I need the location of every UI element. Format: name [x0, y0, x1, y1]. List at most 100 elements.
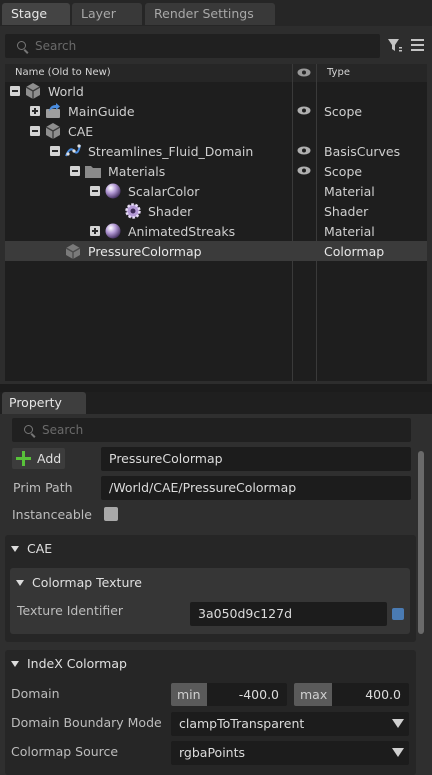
max-label: max	[300, 687, 328, 702]
plus-icon	[16, 451, 31, 466]
domain-min-field[interactable]: -400.0	[207, 683, 287, 706]
collapse-icon[interactable]	[10, 86, 20, 96]
collapse-icon[interactable]	[90, 186, 100, 196]
material-sphere-icon	[105, 183, 121, 199]
tab-render-settings[interactable]: Render Settings	[145, 3, 275, 25]
tree-row-type: BasisCurves	[324, 144, 401, 159]
expand-icon[interactable]	[30, 106, 40, 116]
tree-row-cae[interactable]: CAE	[5, 121, 427, 141]
tree-row-animatedstreaks[interactable]: AnimatedStreaks Material	[5, 221, 427, 241]
index-colormap-header[interactable]: IndeX Colormap	[11, 656, 127, 671]
xform-cube-icon	[25, 83, 41, 99]
folder-icon	[85, 166, 101, 178]
material-sphere-icon	[105, 223, 121, 239]
tree-row-label: Streamlines_Fluid_Domain	[88, 144, 254, 159]
colormap-cube-icon	[65, 244, 81, 259]
visibility-eye-icon[interactable]	[297, 166, 311, 175]
property-search-input[interactable]: Search	[12, 418, 411, 442]
stage-tabbar: Stage Layer Render Settings	[0, 0, 432, 26]
instanceable-label: Instanceable	[12, 507, 92, 522]
prim-name-field[interactable]: PressureColormap	[101, 447, 411, 471]
colormap-source-dropdown[interactable]: rgbaPoints	[171, 741, 409, 765]
tree-row-type: Material	[324, 224, 375, 239]
prim-path-label: Prim Path	[13, 480, 73, 495]
colormap-source-label: Colormap Source	[11, 744, 119, 759]
panel-divider[interactable]	[0, 384, 432, 392]
expand-icon[interactable]	[90, 226, 100, 236]
domain-min-tag: min	[171, 683, 207, 706]
tree-row-type: Shader	[324, 204, 369, 219]
collapse-triangle-icon	[11, 661, 19, 667]
add-button[interactable]: Add	[12, 448, 65, 469]
tree-row-label: MainGuide	[68, 104, 135, 119]
domain-boundary-mode-dropdown[interactable]: clampToTransparent	[171, 712, 409, 736]
tree-row-label: AnimatedStreaks	[128, 224, 236, 239]
tree-row-pressurecolormap[interactable]: PressureColormap Colormap	[5, 241, 427, 261]
cae-section-header[interactable]: CAE	[11, 541, 52, 556]
shader-gear-icon	[125, 203, 141, 219]
collapse-icon[interactable]	[70, 166, 80, 176]
domain-max-field[interactable]: 400.0	[332, 683, 409, 706]
tree-row-label: ScalarColor	[128, 184, 200, 199]
domain-boundary-mode-label: Domain Boundary Mode	[11, 715, 162, 730]
search-icon	[17, 41, 26, 50]
tree-row-materials[interactable]: Materials Scope	[5, 161, 427, 181]
tree-row-type: Scope	[324, 104, 363, 119]
texture-identifier-label: Texture Identifier	[17, 603, 124, 618]
column-name-header[interactable]: Name (Old to New)	[15, 67, 111, 78]
property-scrollbar[interactable]	[418, 451, 424, 634]
search-icon	[24, 425, 33, 434]
color-swatch[interactable]	[392, 608, 404, 620]
basis-curves-icon	[65, 144, 81, 157]
tree-row-label: CAE	[68, 124, 94, 139]
dropdown-arrow-icon	[392, 748, 404, 757]
prim-path-field[interactable]: /World/CAE/PressureColormap	[101, 476, 411, 500]
tree-row-type: Material	[324, 184, 375, 199]
tree-row-type: Colormap	[324, 244, 385, 259]
dropdown-arrow-icon	[392, 719, 404, 728]
visibility-eye-icon[interactable]	[297, 146, 311, 155]
stage-search-input[interactable]: Search	[5, 34, 380, 58]
visibility-eye-icon[interactable]	[297, 106, 311, 115]
texture-identifier-value: 3a050d9c127d	[198, 606, 293, 621]
tree-row-shader[interactable]: Shader Shader	[5, 201, 427, 221]
tree-row-streamlines[interactable]: Streamlines_Fluid_Domain BasisCurves	[5, 141, 427, 161]
domain-min-value: -400.0	[238, 687, 279, 702]
tree-row-type: Scope	[324, 164, 363, 179]
collapse-triangle-icon	[16, 580, 24, 586]
tab-stage-label: Stage	[11, 6, 48, 21]
tree-row-mainguide[interactable]: MainGuide Scope	[5, 101, 427, 121]
tree-row-world[interactable]: World	[5, 81, 427, 101]
add-button-label: Add	[37, 451, 62, 466]
tree-row-label: Materials	[108, 164, 166, 179]
stage-tree: Name (Old to New) Type World MainGuide S…	[5, 64, 427, 381]
min-label: min	[177, 687, 201, 702]
xform-cube-icon	[45, 123, 61, 139]
instanceable-checkbox[interactable]	[104, 507, 118, 521]
scope-folder-arrow-icon	[46, 103, 60, 118]
tab-property[interactable]: Property	[2, 392, 86, 414]
colormap-texture-header[interactable]: Colormap Texture	[16, 575, 142, 590]
collapse-triangle-icon	[11, 546, 19, 552]
filter-icon[interactable]	[388, 38, 402, 52]
column-type-header[interactable]: Type	[327, 67, 350, 78]
tab-property-label: Property	[9, 395, 62, 410]
tree-row-label: PressureColormap	[88, 244, 202, 259]
texture-identifier-field[interactable]: 3a050d9c127d	[190, 602, 387, 626]
colormap-texture-title: Colormap Texture	[32, 575, 142, 590]
tab-stage[interactable]: Stage	[2, 3, 70, 25]
domain-label: Domain	[11, 686, 60, 701]
property-search-placeholder: Search	[42, 423, 84, 437]
tab-render-settings-label: Render Settings	[154, 6, 254, 21]
tab-layer-label: Layer	[81, 6, 116, 21]
domain-max-tag: max	[294, 683, 332, 706]
collapse-icon[interactable]	[30, 126, 40, 136]
stage-search-placeholder: Search	[35, 39, 77, 53]
tab-layer[interactable]: Layer	[72, 3, 142, 25]
prim-path-value: /World/CAE/PressureColormap	[109, 480, 297, 495]
index-colormap-title: IndeX Colormap	[27, 656, 127, 671]
tree-row-scalarcolor[interactable]: ScalarColor Material	[5, 181, 427, 201]
colormap-source-value: rgbaPoints	[179, 745, 245, 760]
hamburger-menu-icon[interactable]	[411, 39, 424, 51]
collapse-icon[interactable]	[50, 146, 60, 156]
